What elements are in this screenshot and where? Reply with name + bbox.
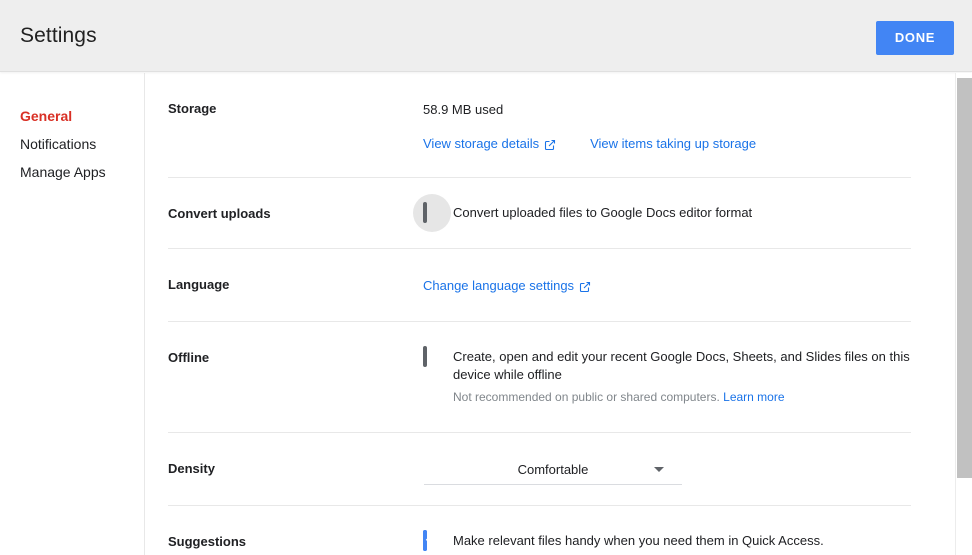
settings-content-scroll[interactable]: Storage 58.9 MB used View storage detail… bbox=[146, 73, 955, 555]
section-label-offline: Offline bbox=[168, 350, 210, 365]
section-body-offline: Create, open and edit your recent Google… bbox=[423, 322, 911, 432]
section-language: Language Change language settings bbox=[168, 249, 911, 322]
dialog-body: General Notifications Manage Apps Storag… bbox=[0, 73, 972, 555]
offline-checkbox-label: Create, open and edit your recent Google… bbox=[453, 349, 910, 382]
offline-text-block: Create, open and edit your recent Google… bbox=[453, 348, 911, 406]
view-items-taking-up-storage-link[interactable]: View items taking up storage bbox=[590, 135, 756, 153]
suggestions-checkbox-wrap bbox=[423, 530, 441, 551]
storage-used-value: 58.9 MB used bbox=[423, 102, 504, 117]
section-label-convert-uploads: Convert uploads bbox=[168, 206, 271, 221]
section-body-storage: 58.9 MB used View storage details View i… bbox=[423, 73, 911, 177]
done-button[interactable]: DONE bbox=[876, 21, 954, 55]
convert-uploads-checkbox-wrap bbox=[413, 194, 451, 232]
change-language-settings-link[interactable]: Change language settings bbox=[423, 277, 591, 295]
section-label-density: Density bbox=[168, 461, 215, 476]
checkbox-hover-halo bbox=[413, 194, 451, 232]
density-dropdown[interactable]: Comfortable bbox=[424, 455, 682, 485]
external-link-icon bbox=[579, 280, 591, 293]
convert-uploads-checkbox[interactable] bbox=[423, 202, 427, 223]
dialog-header: Settings DONE bbox=[0, 0, 972, 72]
section-body-convert-uploads: Convert uploaded files to Google Docs ed… bbox=[413, 178, 911, 248]
change-language-settings-label: Change language settings bbox=[423, 278, 575, 293]
suggestions-quick-access-checkbox[interactable] bbox=[423, 530, 427, 551]
offline-learn-more-link[interactable]: Learn more bbox=[723, 388, 784, 406]
sidebar-item-manage-apps[interactable]: Manage Apps bbox=[0, 158, 144, 186]
section-density: Density Comfortable bbox=[168, 433, 911, 506]
section-storage: Storage 58.9 MB used View storage detail… bbox=[168, 73, 911, 178]
offline-checkbox-wrap bbox=[423, 346, 441, 367]
content-scrollbar-thumb[interactable] bbox=[957, 78, 972, 478]
storage-links: View storage details View items taking u… bbox=[423, 135, 911, 153]
settings-dialog: Settings DONE General Notifications Mana… bbox=[0, 0, 972, 555]
section-offline: Offline Create, open and edit your recen… bbox=[168, 322, 911, 433]
section-body-density: Comfortable bbox=[423, 433, 911, 505]
offline-sub-text-block: Not recommended on public or shared comp… bbox=[453, 388, 911, 406]
section-body-suggestions: Make relevant files handy when you need … bbox=[423, 506, 911, 555]
section-suggestions: Suggestions Make relevant files handy wh… bbox=[168, 506, 911, 555]
section-label-language: Language bbox=[168, 277, 230, 292]
section-body-language: Change language settings bbox=[423, 249, 911, 321]
density-selected-value: Comfortable bbox=[517, 462, 589, 477]
suggestions-quick-access-label: Make relevant files handy when you need … bbox=[453, 533, 824, 548]
section-convert-uploads: Convert uploads Convert uploaded files t… bbox=[168, 178, 911, 249]
section-label-storage: Storage bbox=[168, 101, 217, 116]
suggestions-row[interactable]: Make relevant files handy when you need … bbox=[423, 530, 911, 551]
content-scrollbar-track[interactable] bbox=[955, 73, 972, 555]
offline-row[interactable]: Create, open and edit your recent Google… bbox=[423, 346, 911, 406]
sidebar: General Notifications Manage Apps bbox=[0, 73, 145, 555]
view-storage-details-label: View storage details bbox=[423, 136, 540, 151]
chevron-down-icon bbox=[654, 467, 664, 472]
sidebar-item-general[interactable]: General bbox=[0, 102, 144, 130]
external-link-icon bbox=[544, 138, 556, 151]
offline-sub-text: Not recommended on public or shared comp… bbox=[453, 390, 720, 404]
section-label-suggestions: Suggestions bbox=[168, 534, 247, 549]
view-storage-details-link[interactable]: View storage details bbox=[423, 135, 556, 153]
sidebar-item-notifications[interactable]: Notifications bbox=[0, 130, 144, 158]
page-title: Settings bbox=[20, 24, 97, 47]
convert-uploads-checkbox-label: Convert uploaded files to Google Docs ed… bbox=[453, 205, 753, 220]
offline-checkbox[interactable] bbox=[423, 346, 427, 367]
convert-uploads-row[interactable]: Convert uploaded files to Google Docs ed… bbox=[413, 194, 911, 232]
